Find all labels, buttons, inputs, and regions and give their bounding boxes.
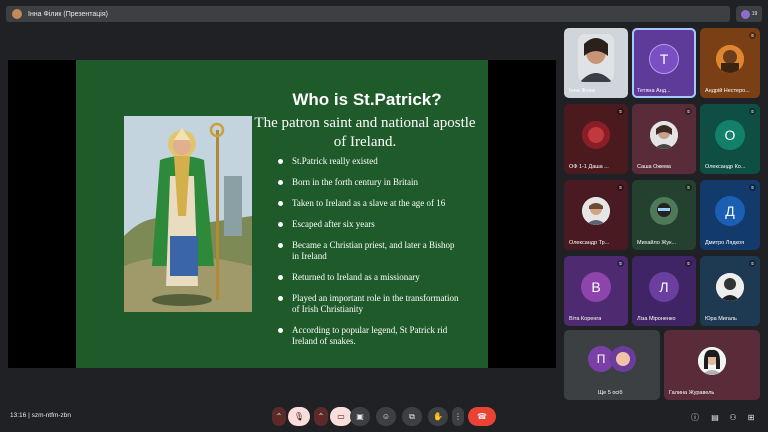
participant-tile[interactable]: ⦸ Михайло Жук... (632, 180, 696, 250)
participant-tile[interactable]: ⦸ ОФ 1-1 Даша ... (564, 104, 628, 174)
emoji-icon: ☺ (381, 412, 391, 421)
mic-off-icon: ⦸ (617, 260, 624, 267)
participant-tile[interactable]: ⦸ Андрій Нестеро... (700, 28, 760, 98)
participant-tile[interactable]: Галина Журавель (664, 330, 760, 400)
bullet-item: Played an important role in the transfor… (274, 293, 460, 315)
participant-avatar: В (581, 272, 611, 302)
raise-hand-button[interactable]: ✋ (428, 407, 448, 426)
participants-count-badge[interactable]: 19 (736, 6, 762, 22)
mic-off-icon: 🎙 (293, 412, 305, 421)
participant-name: Михайло Жук... (637, 240, 677, 246)
participant-photo (650, 197, 678, 225)
participant-name: ОФ 1-1 Даша ... (569, 164, 609, 170)
captions-icon: ▣ (356, 412, 364, 421)
presentation-title: Інна Філик (Презентація) (28, 10, 108, 18)
participant-name: Андрій Нестеро... (705, 88, 750, 94)
participant-tile[interactable]: ⦸ О Олександр Ко... (700, 104, 760, 174)
participant-tile[interactable]: ⦸ Юра Мигаль (700, 256, 760, 326)
meet-window: Інна Філик (Презентація) 19 Who is St.Pa… (0, 0, 768, 432)
activities-icon[interactable]: ⊞ (746, 412, 756, 422)
participant-name: Юра Мигаль (705, 316, 737, 322)
participant-tile[interactable]: ⦸ Саша Ожема (632, 104, 696, 174)
bullet-item: Taken to Ireland as a slave at the age o… (274, 198, 460, 209)
emoji-button[interactable]: ☺ (376, 407, 396, 426)
mic-off-icon: ⦸ (617, 184, 624, 191)
participant-name: Ліза Міроненко (637, 316, 676, 322)
participant-photo (582, 197, 610, 225)
more-vert-icon: ⋮ (454, 412, 462, 421)
saint-patrick-image (124, 116, 252, 312)
participant-photo (698, 347, 726, 375)
raise-hand-icon: ✋ (433, 412, 443, 421)
bullet-item: According to popular legend, St Patrick … (274, 325, 460, 347)
call-controls-bar: 13:16 | szm-ntfm-zbn ⌃ 🎙 ⌃ ▭ ▣ ☺ ⧉ ✋ ⋮ ☎… (0, 402, 768, 432)
camera-off-icon: ▭ (337, 412, 345, 421)
people-icon[interactable]: ⚇ (728, 412, 738, 422)
participant-name: Дмитро Лядкоя (705, 240, 745, 246)
chevron-up-icon: ⌃ (275, 412, 283, 421)
bullet-item: Returned to Ireland as a missionary (274, 272, 460, 283)
participant-name: Олександр Тр... (569, 240, 610, 246)
chevron-up-icon: ⌃ (317, 412, 325, 421)
camera-options-button[interactable]: ⌃ (314, 407, 328, 426)
mic-off-icon: ⦸ (617, 108, 624, 115)
more-options-button[interactable]: ⋮ (452, 407, 464, 426)
participant-tile[interactable]: ⦸ В Віта Коренга (564, 256, 628, 326)
bullet-item: Born in the forth century in Britain (274, 177, 460, 188)
bullet-item: St.Patrick really existed (274, 156, 460, 167)
participant-avatar: О (715, 120, 745, 150)
meeting-time-and-code: 13:16 | szm-ntfm-zbn (10, 412, 71, 419)
present-icon: ⧉ (409, 411, 415, 421)
presenter-avatar (12, 9, 22, 19)
user-avatar-icon (740, 9, 750, 19)
mic-off-icon: ⦸ (685, 108, 692, 115)
present-button[interactable]: ⧉ (402, 407, 422, 426)
slide-title: Who is St.Patrick? (292, 90, 442, 109)
participant-photo (582, 121, 610, 149)
mic-off-icon: ⦸ (749, 260, 756, 267)
mic-off-icon: ⦸ (749, 32, 756, 39)
participant-name: Віта Коренга (569, 316, 602, 322)
participant-avatar: Т (649, 44, 679, 74)
presentation-stage: Who is St.Patrick? The patron saint and … (8, 60, 556, 368)
mic-options-button[interactable]: ⌃ (272, 407, 286, 426)
participant-tile[interactable]: ⦸ Д Дмитро Лядкоя (700, 180, 760, 250)
bullet-item: Escaped after six years (274, 219, 460, 230)
mic-off-icon: ⦸ (685, 184, 692, 191)
participant-tile[interactable]: Інна Філик (564, 28, 628, 98)
end-call-icon: ☎ (477, 412, 487, 421)
captions-button[interactable]: ▣ (350, 407, 370, 426)
participant-tile[interactable]: ⦸ Л Ліза Міроненко (632, 256, 696, 326)
more-participants-tile[interactable]: П Ще 5 осіб (564, 330, 660, 400)
presentation-header[interactable]: Інна Філик (Презентація) (6, 6, 730, 22)
participant-photo (650, 121, 678, 149)
slide-subtitle: The patron saint and national apostle of… (254, 115, 476, 150)
participant-name: Олександр Ко... (705, 164, 746, 170)
mic-off-icon: ⦸ (685, 260, 692, 267)
bullet-item: Became a Christian priest, and later a B… (274, 240, 460, 262)
chat-icon[interactable]: ▤ (710, 412, 720, 422)
participant-photo (716, 273, 744, 301)
participant-tile[interactable]: Т Тетяна Анд... (632, 28, 696, 98)
participant-photo (716, 45, 744, 73)
participant-photo (578, 34, 614, 82)
participant-avatar: Л (649, 272, 679, 302)
participant-name: Тетяна Анд... (637, 88, 671, 94)
camera-toggle-button[interactable]: ▭ (330, 407, 352, 426)
slide: Who is St.Patrick? The patron saint and … (76, 60, 488, 368)
mic-toggle-button[interactable]: 🎙 (288, 407, 310, 426)
info-icon[interactable]: ⓘ (690, 412, 700, 422)
participant-name: Ще 5 осіб (598, 390, 623, 396)
participant-name: Саша Ожема (637, 164, 671, 170)
participant-avatar: Д (715, 196, 745, 226)
participant-photo (610, 346, 636, 372)
mic-off-icon: ⦸ (749, 184, 756, 191)
mic-off-icon: ⦸ (749, 108, 756, 115)
participant-name: Інна Філик (569, 88, 596, 94)
participants-count: 19 (751, 11, 758, 17)
slide-bullet-list: St.Patrick really existed Born in the fo… (274, 156, 460, 347)
participant-tile[interactable]: ⦸ Олександр Тр... (564, 180, 628, 250)
end-call-button[interactable]: ☎ (468, 407, 496, 426)
participant-name: Галина Журавель (669, 390, 715, 396)
